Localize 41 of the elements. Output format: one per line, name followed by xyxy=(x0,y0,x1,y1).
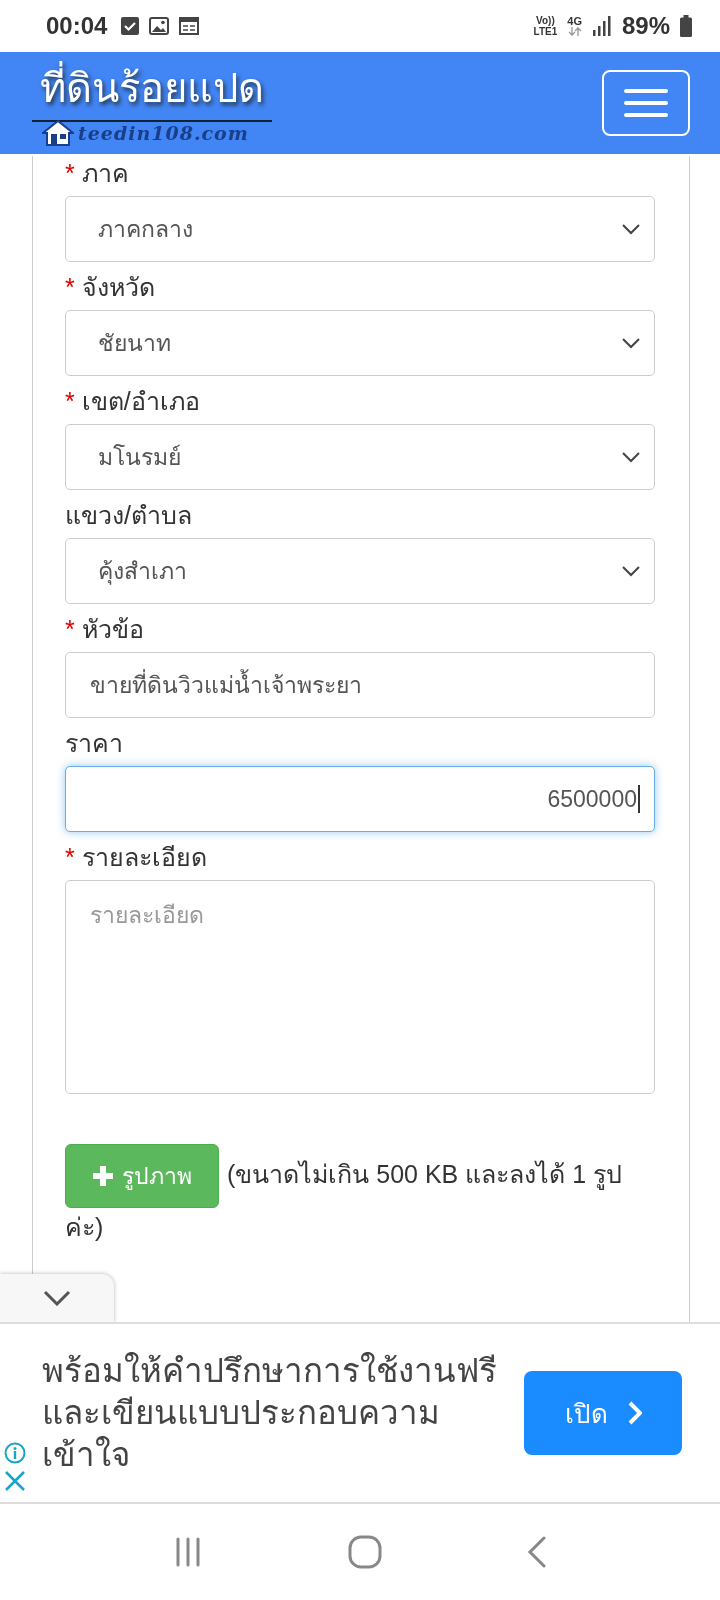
ad-text: พร้อมให้คำปรึกษาการใช้งานฟรี และเขียนแบบประกอบความเข้าใจ xyxy=(42,1350,498,1476)
battery-level: 89% xyxy=(621,12,670,40)
chevron-down-icon xyxy=(622,565,640,577)
chevron-down-icon xyxy=(622,337,640,349)
dropdown-field[interactable]: มโนรมย์ xyxy=(65,424,655,490)
house-icon xyxy=(42,120,74,146)
chevron-down-icon xyxy=(622,223,640,235)
upload-note: รูปภาพ (ขนาดไม่เกิน 500 KB และลงได้ 1 รูปค่ะ) xyxy=(65,1144,655,1246)
signal-icon xyxy=(591,16,612,36)
dropdown-field[interactable]: คุ้งสำเภา xyxy=(65,538,655,604)
checkbox-icon xyxy=(121,17,140,35)
info-icon[interactable] xyxy=(4,1442,26,1464)
site-logo[interactable]: ที่ดินร้อยแปด xyxy=(32,60,272,122)
dropdown-field[interactable]: ภาคกลาง xyxy=(65,196,655,262)
field-label: * จังหวัด xyxy=(65,272,156,303)
close-icon[interactable] xyxy=(4,1470,26,1492)
input-field[interactable]: ขายที่ดินวิวแม่น้ำเจ้าพระยา xyxy=(65,652,655,718)
menu-icon xyxy=(624,88,668,118)
image-icon xyxy=(149,17,170,35)
home-icon[interactable] xyxy=(348,1535,382,1569)
battery-icon xyxy=(680,15,692,37)
menu-button[interactable] xyxy=(602,70,690,136)
chevron-right-icon xyxy=(627,1401,642,1425)
network-indicator: 4G xyxy=(567,16,582,36)
field-label: * ภาค xyxy=(65,158,130,189)
calendar-icon xyxy=(179,17,200,35)
collapse-ad-button[interactable] xyxy=(0,1274,114,1322)
volte-indicator: Vo)) LTE1 xyxy=(533,15,558,37)
field-label: * รายละเอียด xyxy=(65,842,208,873)
chevron-down-icon xyxy=(43,1290,71,1306)
plus-icon xyxy=(92,1165,114,1187)
field-label: * เขต/อำเภอ xyxy=(65,386,201,417)
back-icon[interactable] xyxy=(527,1536,548,1568)
chevron-down-icon xyxy=(622,451,640,463)
clock: 00:04 xyxy=(46,12,108,40)
field-label: แขวง/ตำบล xyxy=(65,500,193,531)
field-label: * หัวข้อ xyxy=(65,614,145,645)
dropdown-field[interactable]: ชัยนาท xyxy=(65,310,655,376)
input-field[interactable]: 6500000 xyxy=(65,766,655,832)
field-label: ราคา xyxy=(65,728,124,759)
site-url: teedin108.com xyxy=(78,122,249,144)
